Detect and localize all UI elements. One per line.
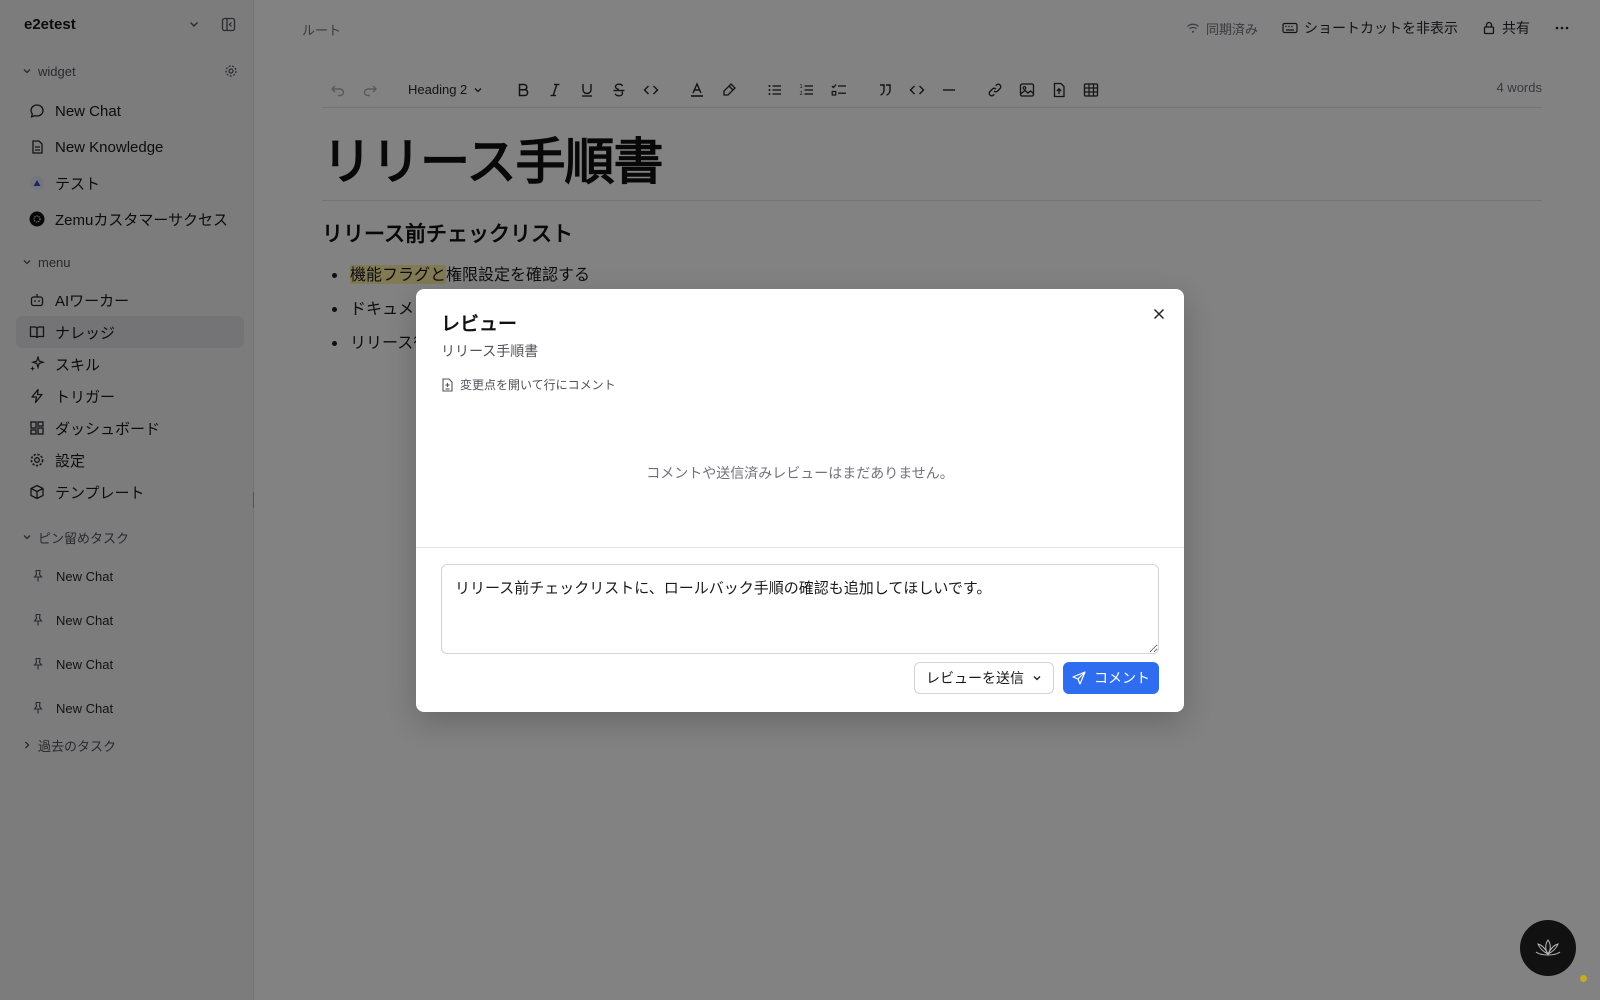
open-diff-label: 変更点を開いて行にコメント xyxy=(460,378,616,392)
status-dot xyxy=(1580,975,1587,982)
file-diff-icon xyxy=(442,377,453,392)
open-diff-link[interactable]: 変更点を開いて行にコメント xyxy=(441,376,616,393)
send-icon xyxy=(1072,671,1086,685)
lotus-icon xyxy=(1535,939,1561,956)
comment-button[interactable]: コメント xyxy=(1063,662,1159,694)
close-icon[interactable] xyxy=(1148,303,1170,325)
submit-review-button[interactable]: レビューを送信 xyxy=(914,662,1054,694)
dialog-title: レビュー xyxy=(441,313,518,335)
comment-button-label: コメント xyxy=(1094,671,1150,687)
comment-input[interactable]: リリース前チェックリストに、ロールバック手順の確認も追加してほしいです。 xyxy=(441,564,1159,654)
dialog-divider xyxy=(416,547,1184,548)
chevron-down-icon xyxy=(1033,676,1041,681)
submit-review-label: レビューを送信 xyxy=(926,671,1024,687)
review-dialog: レビュー リリース手順書 変更点を開いて行にコメント コメントや送信済みレビュー… xyxy=(416,289,1184,712)
dialog-subtitle: リリース手順書 xyxy=(441,344,539,360)
empty-state-message: コメントや送信済みレビューはまだありません。 xyxy=(646,466,954,482)
assistant-launcher-button[interactable] xyxy=(1520,920,1576,976)
